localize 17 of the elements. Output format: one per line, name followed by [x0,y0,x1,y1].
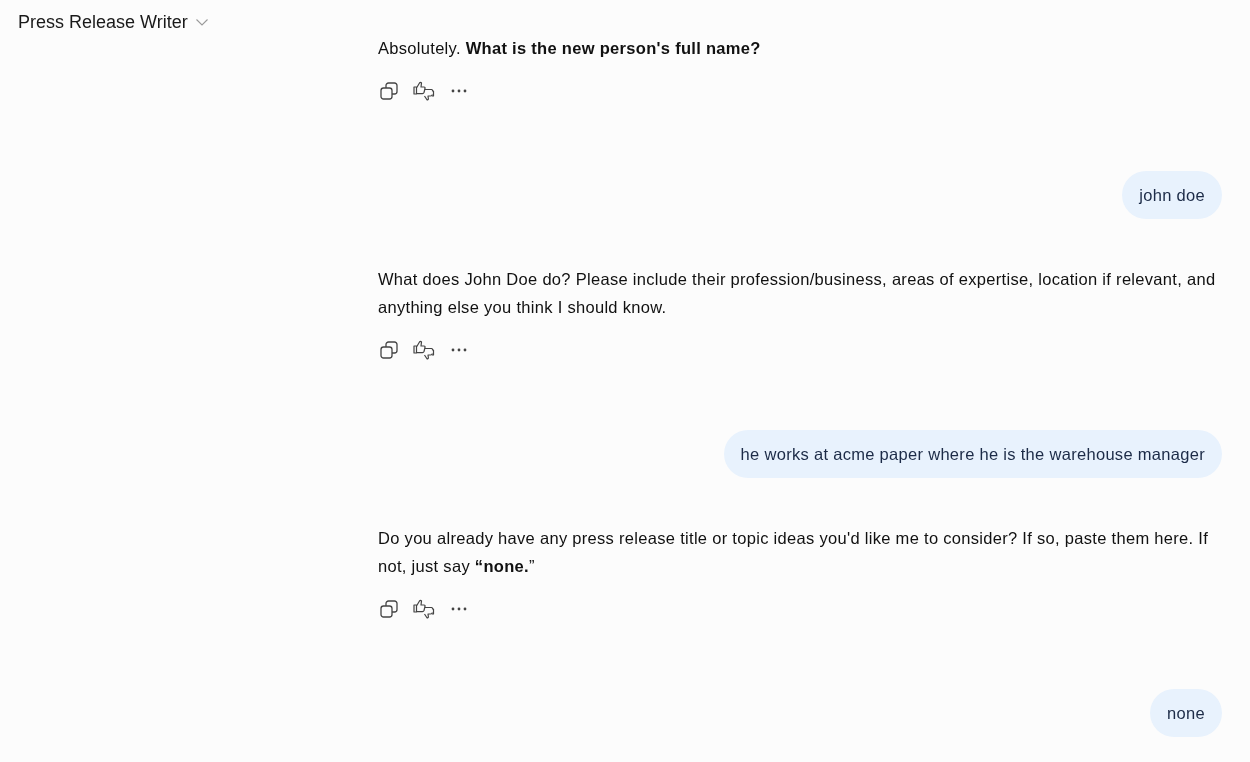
more-icon [451,607,467,611]
user-message-bubble: none [1150,689,1222,737]
user-message-bubble: he works at acme paper where he is the warehouse manager [723,430,1222,478]
thumbs-up-down-icon [413,340,435,360]
copy-icon [380,600,398,618]
user-message-bubble: john doe [1122,171,1222,219]
title-dropdown[interactable]: Press Release Writer [18,10,208,34]
copy-icon [380,341,398,359]
thumbs-up-down-icon [413,81,435,101]
more-icon [451,89,467,93]
copy-icon [380,82,398,100]
more-icon [451,348,467,352]
assistant-message-text: Do you already have any press release title or topic ideas you'd like me to consider? If so, paste them here. If not, just say “none.” [378,528,1210,577]
chevron-down-icon [195,18,208,26]
assistant-message-text: Absolutely. What is the new person's full name? [378,38,762,59]
assistant-message-text: What does John Doe do? Please include their profession/business, areas of expertise, location if relevant, and anything else you think I should know. [378,269,1217,318]
thumbs-up-down-icon [413,599,435,619]
